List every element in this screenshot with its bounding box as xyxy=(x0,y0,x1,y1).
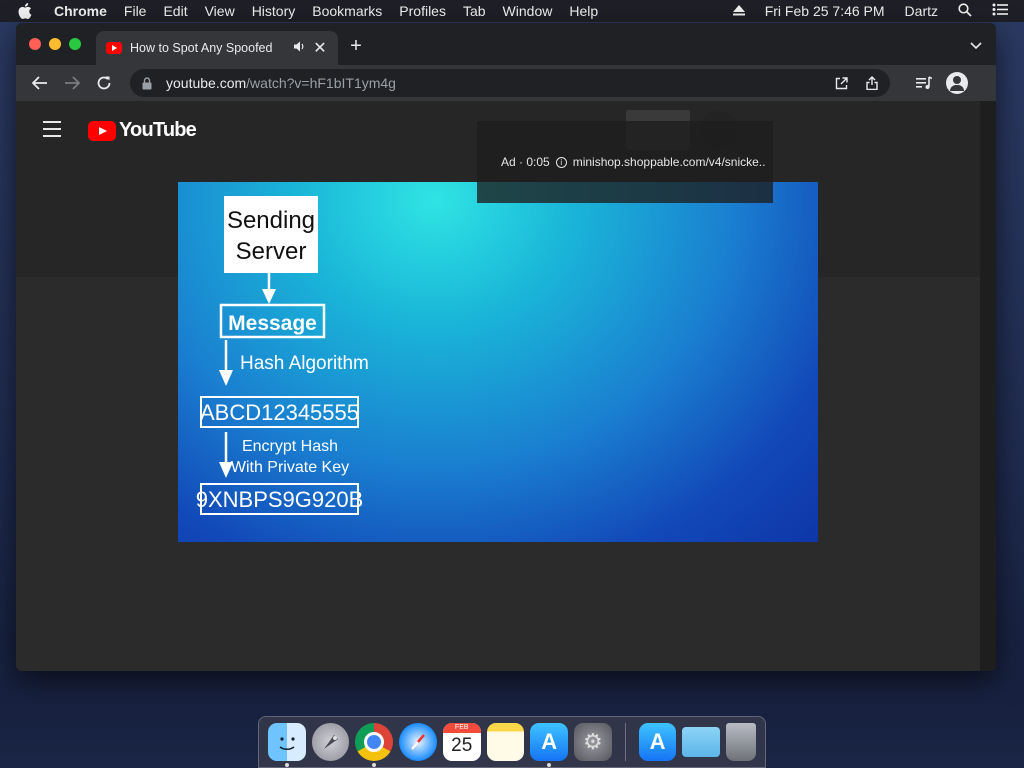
menu-bar: Chrome File Edit View History Bookmarks … xyxy=(0,0,1024,22)
sender-line-2: Server xyxy=(236,238,307,265)
reload-icon[interactable] xyxy=(90,69,118,97)
ad-overlay[interactable]: Ad · 0:05 i minishop.shoppable.com/v4/sn… xyxy=(477,121,773,203)
chrome-window: How to Spot Any Spoofed ✕ + youtube.com /… xyxy=(16,23,996,671)
launchpad-icon[interactable] xyxy=(311,723,350,761)
url-path: /watch?v=hF1bIT1ym4g xyxy=(246,75,396,91)
url-host: youtube.com xyxy=(166,75,247,91)
app-store-downloads-icon[interactable]: A xyxy=(638,723,677,761)
spotlight-search-icon[interactable] xyxy=(958,2,972,20)
menu-profiles[interactable]: Profiles xyxy=(399,3,446,19)
finder-icon[interactable] xyxy=(268,723,306,767)
lock-icon[interactable] xyxy=(142,76,156,90)
message-label: Message xyxy=(228,312,317,335)
ad-label: Ad · 0:05 xyxy=(501,155,550,169)
app-store-icon[interactable]: A xyxy=(530,723,569,767)
ad-url[interactable]: minishop.shoppable.com/v4/snicke.. xyxy=(573,155,766,169)
menu-bookmarks[interactable]: Bookmarks xyxy=(312,3,382,19)
calendar-icon[interactable]: FEB 25 xyxy=(442,723,481,761)
tab-strip: How to Spot Any Spoofed ✕ + xyxy=(16,23,996,65)
minimize-window-button[interactable] xyxy=(49,38,61,50)
close-tab-icon[interactable]: ✕ xyxy=(312,38,328,58)
menu-file[interactable]: File xyxy=(124,3,147,19)
ad-info-icon[interactable]: i xyxy=(555,156,567,168)
notes-icon[interactable] xyxy=(486,723,525,761)
arrow-head-2 xyxy=(219,370,233,386)
page-scrollbar[interactable] xyxy=(980,101,996,671)
menu-window[interactable]: Window xyxy=(503,3,553,19)
menu-tab[interactable]: Tab xyxy=(463,3,486,19)
sender-line-1: Sending xyxy=(227,207,315,234)
tab-title: How to Spot Any Spoofed xyxy=(130,41,273,55)
eject-icon[interactable] xyxy=(732,3,745,19)
downloads-folder-icon[interactable] xyxy=(682,727,721,757)
youtube-play-icon xyxy=(88,120,116,141)
zoom-window-button[interactable] xyxy=(69,38,81,50)
tab-search-chevron-icon[interactable] xyxy=(970,39,982,53)
browser-toolbar: youtube.com/watch?v=hF1bIT1ym4g xyxy=(16,65,996,101)
menu-user[interactable]: Dartz xyxy=(905,3,938,19)
window-controls xyxy=(29,38,89,50)
close-window-button[interactable] xyxy=(29,38,41,50)
media-queue-icon[interactable] xyxy=(916,76,932,90)
calendar-month: FEB xyxy=(442,723,481,733)
share-icon[interactable] xyxy=(866,76,878,90)
encrypt-line-2: With Private Key xyxy=(231,459,349,476)
browser-tab-active[interactable]: How to Spot Any Spoofed ✕ xyxy=(96,31,338,65)
hamburger-menu-icon[interactable] xyxy=(43,121,61,142)
menu-help[interactable]: Help xyxy=(569,3,598,19)
profile-avatar-icon[interactable] xyxy=(946,72,968,94)
youtube-favicon-icon xyxy=(106,42,122,54)
encrypt-line-1: Encrypt Hash xyxy=(242,438,338,455)
open-external-icon[interactable] xyxy=(835,76,848,90)
new-tab-plus-icon[interactable]: + xyxy=(346,35,366,58)
menu-history[interactable]: History xyxy=(252,3,296,19)
encrypted-value: 9XNBPS9G920B xyxy=(196,487,364,512)
video-diagram: Sending Server Message Hash Algorithm AB… xyxy=(196,196,369,515)
dock-separator xyxy=(624,723,626,761)
dock: FEB 25 A ⚙ A xyxy=(258,716,766,768)
menu-view[interactable]: View xyxy=(205,3,235,19)
youtube-logo[interactable]: YouTube xyxy=(88,119,197,142)
forward-arrow-icon[interactable] xyxy=(58,69,86,97)
control-center-icon[interactable] xyxy=(992,3,1008,19)
system-preferences-icon[interactable]: ⚙ xyxy=(574,723,612,761)
hash-value: ABCD12345555 xyxy=(200,400,359,425)
arrow-head-1 xyxy=(262,289,276,304)
calendar-day: 25 xyxy=(451,735,473,756)
hash-algorithm-label: Hash Algorithm xyxy=(240,353,369,374)
video-player[interactable]: Sending Server Message Hash Algorithm AB… xyxy=(178,182,818,542)
back-arrow-icon[interactable] xyxy=(26,69,54,97)
address-bar[interactable]: youtube.com/watch?v=hF1bIT1ym4g xyxy=(130,69,890,97)
chrome-icon[interactable] xyxy=(355,723,394,767)
menu-clock[interactable]: Fri Feb 25 7:46 PM xyxy=(765,3,885,19)
youtube-page: YouTube Sending Server Message Hash Algo… xyxy=(16,101,980,671)
menu-app-name[interactable]: Chrome xyxy=(54,3,107,19)
trash-icon[interactable] xyxy=(726,723,756,761)
speaker-icon[interactable] xyxy=(294,41,306,55)
youtube-logo-text: YouTube xyxy=(119,119,197,141)
apple-menu-icon[interactable] xyxy=(18,3,40,19)
menu-edit[interactable]: Edit xyxy=(163,3,187,19)
safari-icon[interactable] xyxy=(399,723,437,761)
